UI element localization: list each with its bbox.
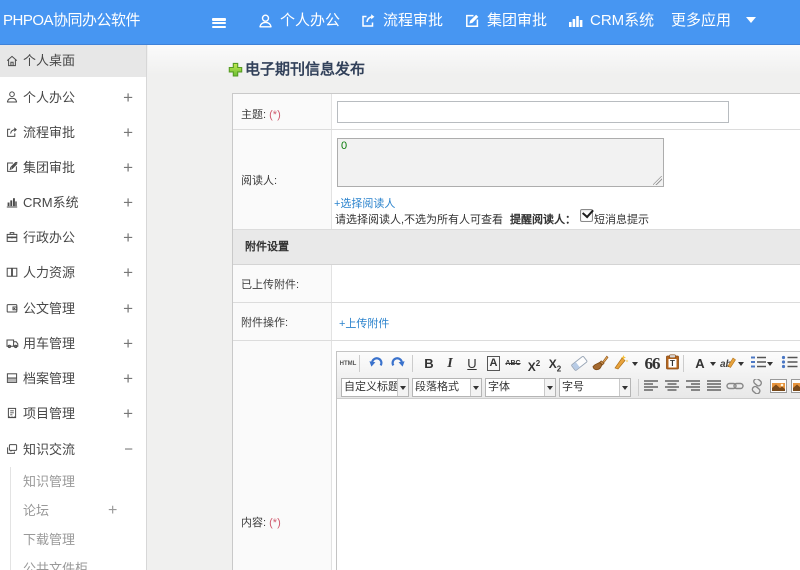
svg-text:T: T xyxy=(670,359,675,368)
